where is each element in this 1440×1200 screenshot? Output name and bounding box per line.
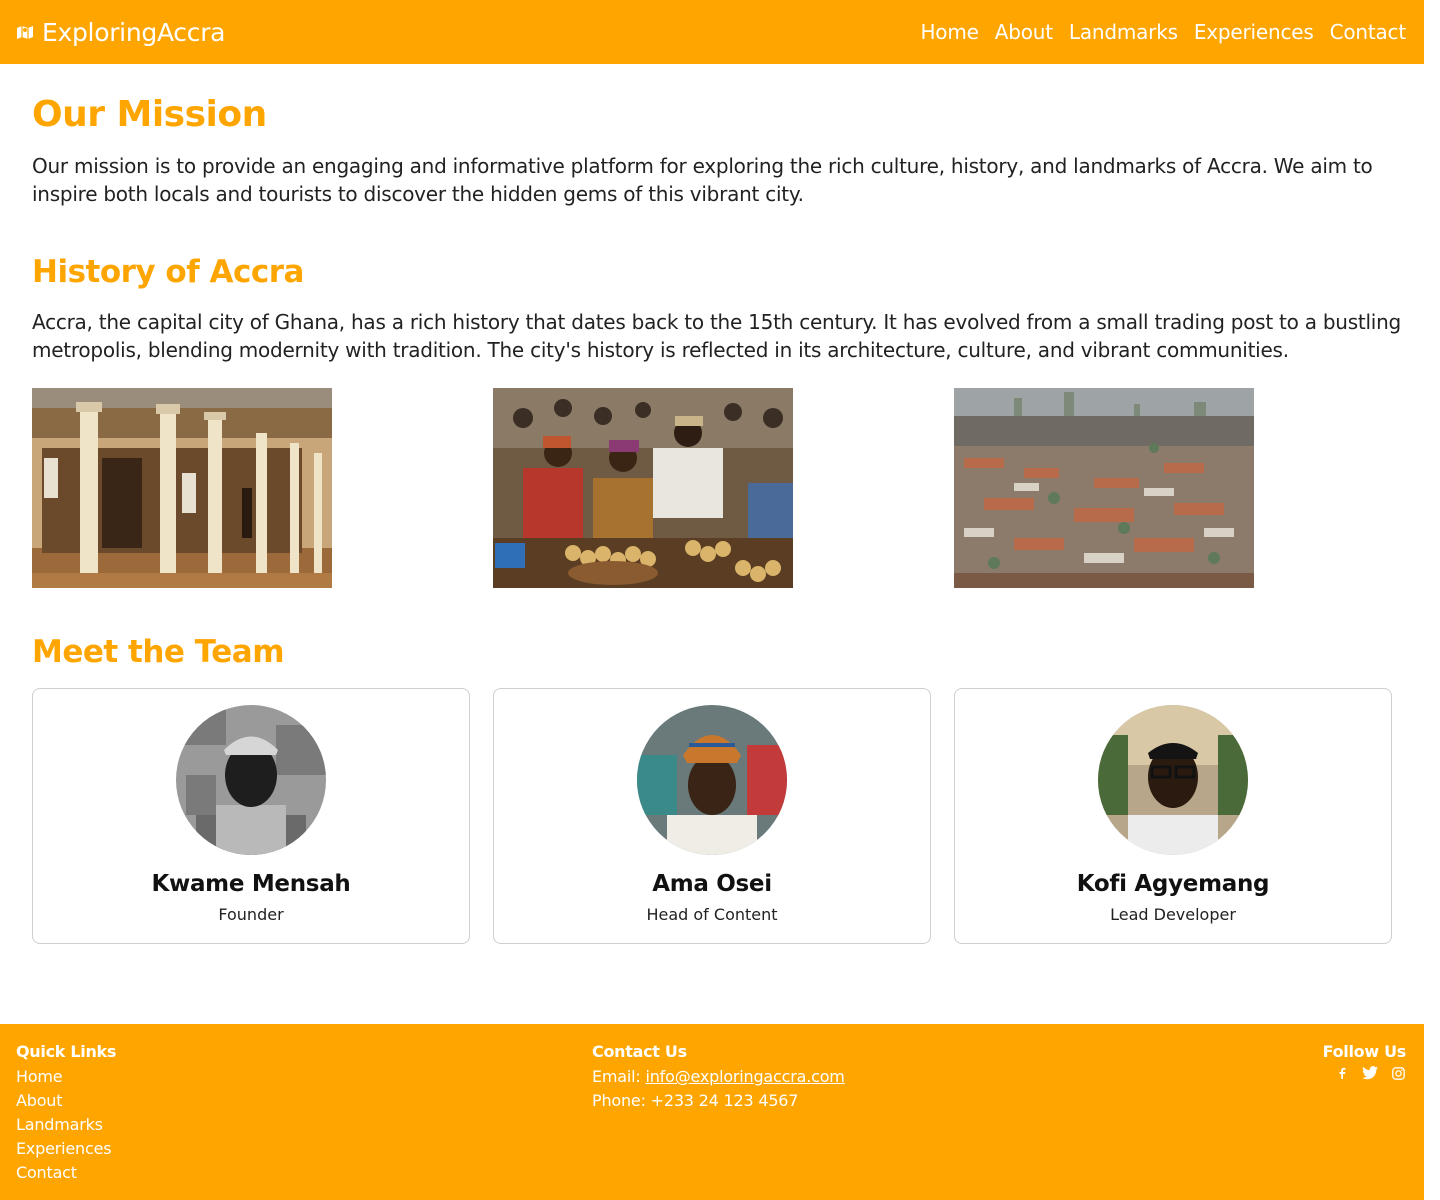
footer-link-experiences[interactable]: Experiences (16, 1137, 116, 1161)
footer-contact-heading: Contact Us (592, 1042, 687, 1061)
nav-link-contact[interactable]: Contact (1330, 20, 1407, 44)
nav-link-about[interactable]: About (995, 20, 1053, 44)
scrollbar-gutter (1424, 0, 1440, 1200)
footer-quick-links-heading: Quick Links (16, 1042, 117, 1061)
team-card: Kwame Mensah Founder (32, 688, 470, 944)
market-scene-photo (493, 388, 793, 588)
email-label: Email: (592, 1067, 641, 1086)
member-role: Founder (218, 905, 284, 924)
member-role: Lead Developer (1110, 905, 1236, 924)
avatar (1098, 705, 1248, 855)
footer-phone: Phone: +233 24 123 4567 (592, 1091, 799, 1110)
site-footer: Quick Links Home About Landmarks Experie… (0, 1024, 1424, 1200)
history-text: Accra, the capital city of Ghana, has a … (32, 310, 1401, 362)
nav-link-landmarks[interactable]: Landmarks (1069, 20, 1178, 44)
facebook-icon[interactable] (1334, 1065, 1350, 1081)
brand-name: ExploringAccra (42, 17, 226, 47)
mission-text: Our mission is to provide an engaging an… (32, 154, 1373, 206)
twitter-icon[interactable] (1362, 1065, 1378, 1081)
top-navbar: ExploringAccra Home About Landmarks Expe… (0, 0, 1424, 64)
member-name: Kofi Agyemang (1076, 871, 1270, 897)
nav-link-experiences[interactable]: Experiences (1194, 20, 1314, 44)
team-heading: Meet the Team (32, 634, 285, 670)
brand-logo-link[interactable]: ExploringAccra (16, 17, 226, 47)
map-icon (16, 23, 34, 41)
footer-link-contact[interactable]: Contact (16, 1161, 116, 1185)
footer-link-home[interactable]: Home (16, 1065, 116, 1089)
city-aerial-photo (954, 388, 1254, 588)
main-nav: Home About Landmarks Experiences Contact (920, 20, 1406, 44)
mission-heading: Our Mission (32, 94, 267, 135)
footer-follow: Follow Us (1323, 1042, 1406, 1081)
social-icons (1323, 1065, 1406, 1081)
footer-email-line: Email: info@exploringaccra.com (592, 1065, 845, 1089)
footer-link-landmarks[interactable]: Landmarks (16, 1113, 116, 1137)
team-card: Kofi Agyemang Lead Developer (954, 688, 1392, 944)
colonial-building-photo (32, 388, 332, 588)
footer-quick-links: Quick Links Home About Landmarks Experie… (16, 1042, 116, 1185)
avatar (176, 705, 326, 855)
member-name: Kwame Mensah (151, 871, 351, 897)
instagram-icon[interactable] (1390, 1065, 1406, 1081)
member-name: Ama Osei (652, 871, 772, 897)
history-heading: History of Accra (32, 254, 304, 290)
footer-contact: Contact Us Email: info@exploringaccra.co… (592, 1042, 845, 1113)
footer-follow-heading: Follow Us (1322, 1042, 1407, 1061)
team-card: Ama Osei Head of Content (493, 688, 931, 944)
member-role: Head of Content (646, 905, 778, 924)
page: ExploringAccra Home About Landmarks Expe… (0, 0, 1424, 1200)
email-link[interactable]: info@exploringaccra.com (645, 1067, 844, 1086)
avatar (637, 705, 787, 855)
nav-link-home[interactable]: Home (920, 20, 978, 44)
footer-link-about[interactable]: About (16, 1089, 116, 1113)
